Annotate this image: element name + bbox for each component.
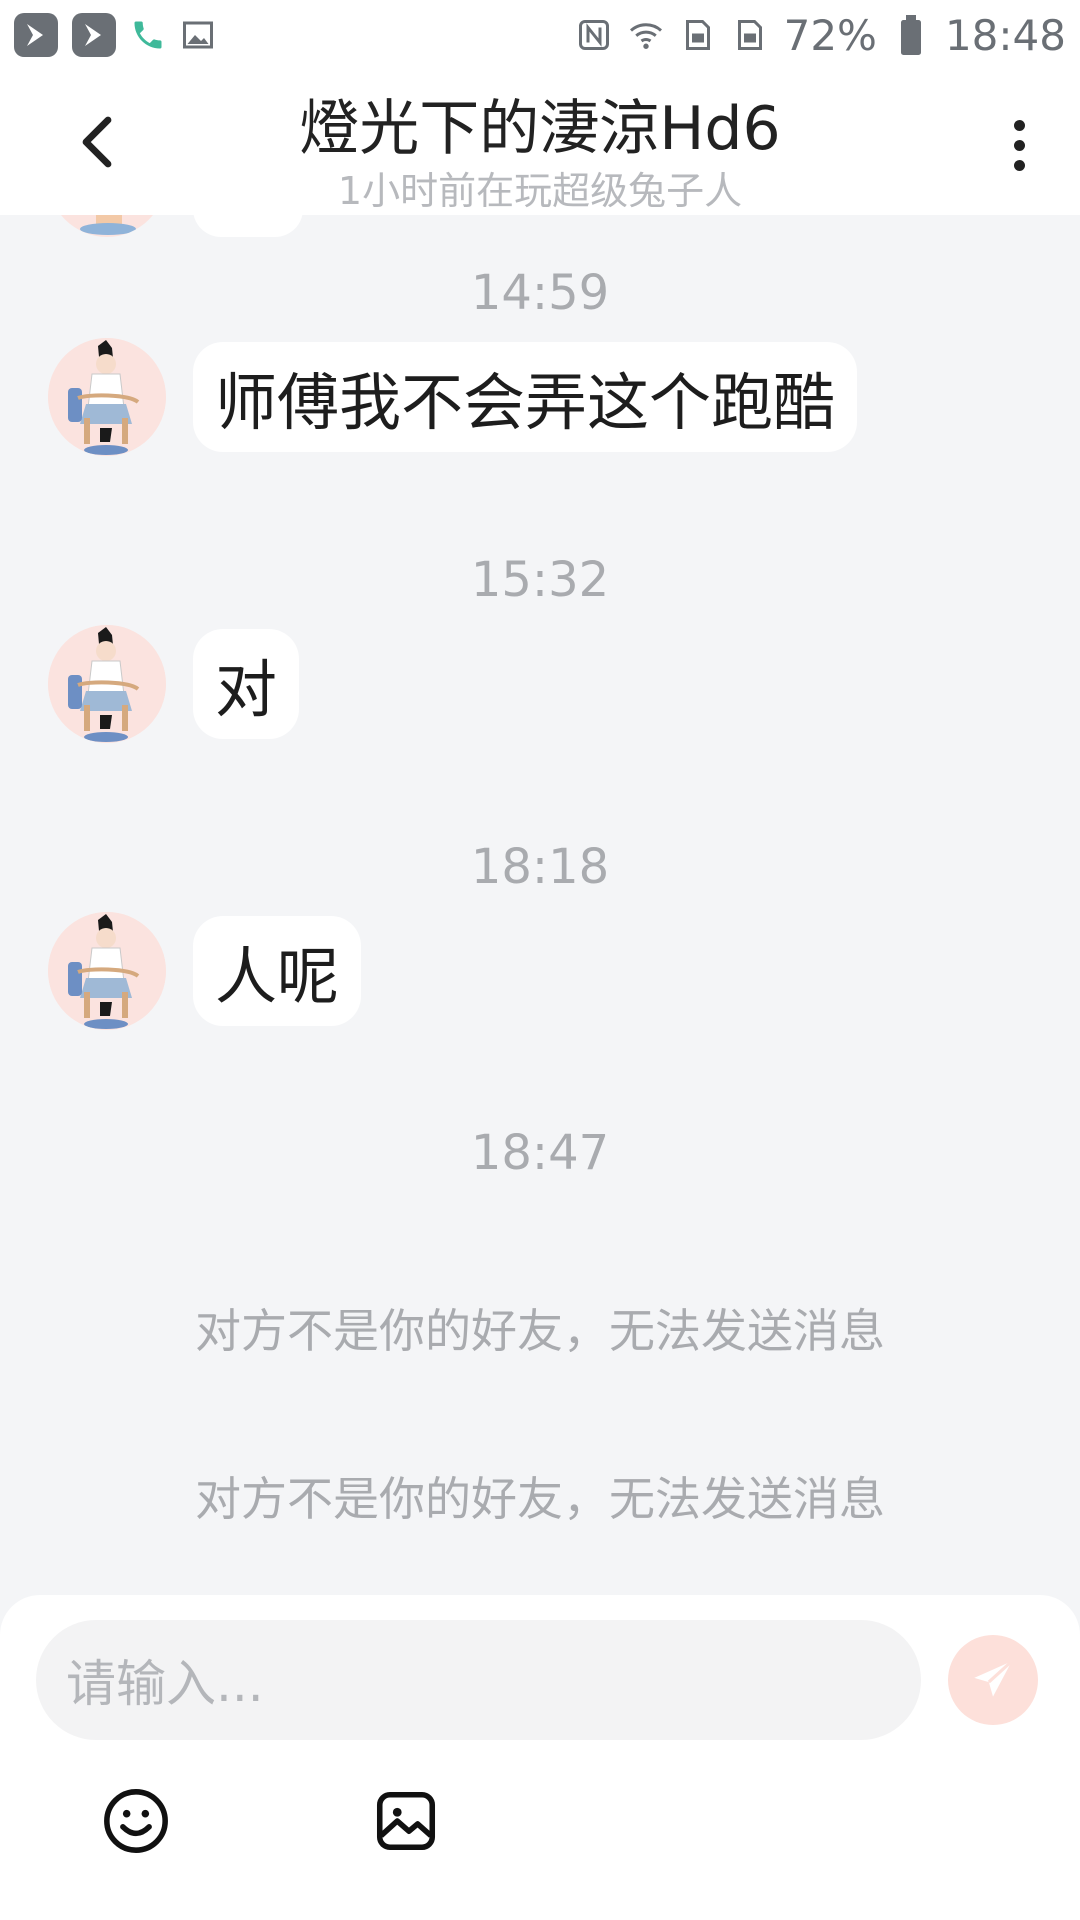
- system-notice: 对方不是你的好友，无法发送消息: [195, 1304, 885, 1358]
- image-icon: [376, 1791, 436, 1851]
- avatar[interactable]: [48, 912, 166, 1030]
- more-vertical-icon: [1013, 119, 1025, 131]
- message-row: 人呢: [48, 912, 362, 1030]
- avatar[interactable]: [48, 338, 166, 456]
- message-bubble[interactable]: [193, 215, 303, 237]
- status-bar-right: 72% 18:48: [576, 11, 1066, 60]
- message-row: 对: [48, 625, 300, 743]
- send-icon: [974, 1660, 1013, 1697]
- status-bar: 72% 18:48: [0, 0, 1080, 70]
- chat-screen: 72% 18:48 燈光下的淒涼Hd6 1小时前在玩超级兔子人 14:59 师傅…: [0, 0, 1080, 1920]
- wifi-icon: [628, 15, 664, 55]
- message-bubble[interactable]: 人呢: [193, 916, 362, 1026]
- page-title: 燈光下的淒涼Hd6: [299, 94, 781, 164]
- emoji-icon: [104, 1789, 168, 1853]
- message-bubble[interactable]: 师傅我不会弄这个跑酷: [193, 342, 858, 452]
- battery-percent: 72%: [783, 10, 877, 60]
- clock: 18:48: [944, 10, 1066, 60]
- more-options-button[interactable]: [994, 110, 1044, 180]
- app-icon: [72, 13, 116, 57]
- emoji-button[interactable]: [100, 1785, 172, 1857]
- message-bubble[interactable]: 对: [193, 629, 300, 739]
- message-timestamp: 18:47: [470, 1125, 610, 1181]
- app-icon: [14, 13, 58, 57]
- message-timestamp: 18:18: [470, 839, 610, 895]
- system-notice: 对方不是你的好友，无法发送消息: [195, 1472, 885, 1526]
- message-row: 师傅我不会弄这个跑酷: [48, 338, 858, 456]
- phone-icon: [130, 15, 166, 55]
- send-button[interactable]: [948, 1635, 1038, 1725]
- avatar[interactable]: [48, 625, 166, 743]
- sim-icon: [680, 15, 716, 55]
- chat-header: 燈光下的淒涼Hd6 1小时前在玩超级兔子人: [0, 70, 1080, 215]
- status-bar-left: [14, 13, 216, 57]
- message-timestamp: 14:59: [470, 265, 610, 321]
- sim-icon: [732, 15, 768, 55]
- image-button[interactable]: [370, 1785, 442, 1857]
- nfc-icon: [576, 15, 612, 55]
- battery-icon: [893, 15, 929, 55]
- message-input[interactable]: 请输入...: [36, 1620, 921, 1740]
- user-activity-status: 1小时前在玩超级兔子人: [337, 169, 743, 213]
- image-icon: [180, 15, 216, 55]
- composer: 请输入...: [0, 1595, 1080, 1920]
- message-input-placeholder: 请输入...: [66, 1655, 264, 1713]
- message-timestamp: 15:32: [470, 552, 610, 608]
- avatar[interactable]: [48, 215, 166, 237]
- message-list[interactable]: 14:59 师傅我不会弄这个跑酷 15:32 对 18:18 人呢 18:47 …: [0, 215, 1080, 1595]
